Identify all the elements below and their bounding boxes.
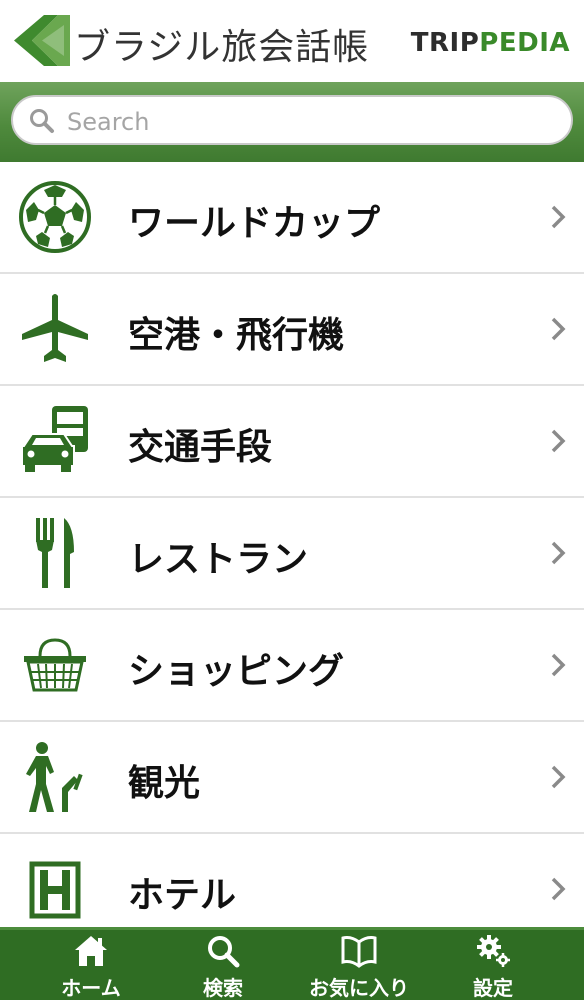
home-icon bbox=[75, 936, 107, 966]
category-label: レストラン bbox=[128, 539, 309, 580]
tab-home[interactable]: ホーム bbox=[18, 930, 164, 1000]
brand-logo-part1: TRIP bbox=[410, 28, 480, 58]
book-icon bbox=[341, 936, 377, 968]
search-input[interactable]: Search bbox=[11, 95, 573, 145]
category-list: ワールドカップ 空港・飛行機 交通手段 レストラン ショッピング 観光 ホテル bbox=[0, 162, 584, 946]
app-header: ブラジル旅会話帳 TRIPPEDIA bbox=[0, 0, 584, 82]
gear-icon bbox=[477, 935, 510, 967]
back-arrow-logo-icon[interactable] bbox=[12, 13, 72, 68]
chevron-right-icon bbox=[551, 317, 566, 341]
chevron-right-icon bbox=[551, 653, 566, 677]
transport-icon bbox=[21, 406, 88, 472]
tab-search-label: 検索 bbox=[203, 976, 243, 1000]
chevron-right-icon bbox=[551, 765, 566, 789]
category-item-airport[interactable]: 空港・飛行機 bbox=[0, 274, 584, 386]
chevron-right-icon bbox=[551, 877, 566, 901]
tab-favorites-label: お気に入り bbox=[309, 976, 409, 1000]
category-item-transport[interactable]: 交通手段 bbox=[0, 386, 584, 498]
search-icon bbox=[208, 936, 240, 968]
chevron-right-icon bbox=[551, 429, 566, 453]
sightseeing-icon bbox=[26, 742, 83, 812]
tab-favorites[interactable]: お気に入り bbox=[286, 930, 432, 1000]
category-label: ショッピング bbox=[128, 651, 345, 692]
tab-home-label: ホーム bbox=[61, 976, 121, 1000]
airplane-icon bbox=[22, 294, 88, 362]
chevron-right-icon bbox=[551, 205, 566, 229]
soccer-ball-icon bbox=[19, 181, 91, 253]
search-bar: Search bbox=[0, 82, 584, 162]
fork-knife-icon bbox=[36, 518, 74, 588]
category-item-restaurant[interactable]: レストラン bbox=[0, 498, 584, 610]
category-label: 空港・飛行機 bbox=[128, 315, 345, 356]
category-label: ホテル bbox=[128, 875, 237, 916]
hotel-icon bbox=[29, 861, 81, 919]
search-placeholder: Search bbox=[67, 108, 150, 136]
category-label: 観光 bbox=[128, 763, 201, 804]
shopping-basket-icon bbox=[24, 638, 86, 692]
brand-logo-part2: PEDIA bbox=[479, 28, 570, 58]
category-item-worldcup[interactable]: ワールドカップ bbox=[0, 162, 584, 274]
category-label: 交通手段 bbox=[128, 427, 273, 468]
category-item-shopping[interactable]: ショッピング bbox=[0, 610, 584, 722]
tab-settings[interactable]: 設定 bbox=[420, 930, 566, 1000]
category-label: ワールドカップ bbox=[128, 203, 381, 244]
category-item-sightseeing[interactable]: 観光 bbox=[0, 722, 584, 834]
brand-logo: TRIPPEDIA bbox=[411, 28, 570, 58]
bottom-tab-bar: ホーム 検索 お気に入り 設定 bbox=[0, 927, 584, 1000]
app-title: ブラジル旅会話帳 bbox=[74, 27, 370, 68]
tab-settings-label: 設定 bbox=[473, 976, 513, 1000]
chevron-right-icon bbox=[551, 541, 566, 565]
tab-search[interactable]: 検索 bbox=[150, 930, 296, 1000]
magnifier-icon bbox=[30, 109, 54, 133]
